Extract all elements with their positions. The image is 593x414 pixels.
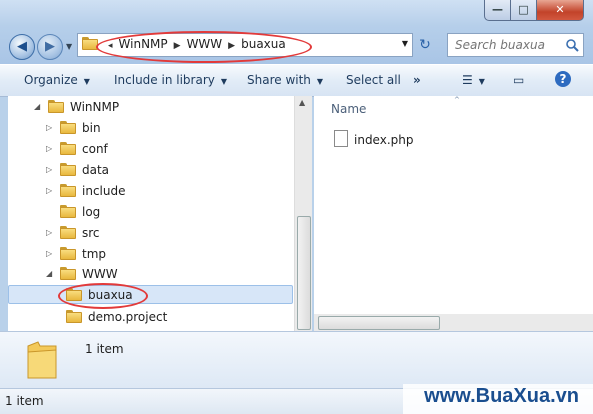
tree-item-data[interactable]: ▷ data bbox=[46, 161, 109, 179]
highlight-ellipse-buaxua bbox=[58, 283, 148, 309]
tree-item-label: log bbox=[82, 205, 101, 219]
minimize-button[interactable]: — bbox=[484, 0, 511, 21]
scroll-up-icon[interactable]: ▲ bbox=[299, 98, 305, 107]
watermark: www.BuaXua.vn bbox=[424, 385, 579, 407]
folder-icon bbox=[60, 121, 76, 134]
folder-large-icon bbox=[27, 341, 57, 379]
folder-icon bbox=[60, 226, 76, 239]
tree-item-bin[interactable]: ▷ bin bbox=[46, 119, 101, 137]
expanded-icon[interactable]: ◢ bbox=[34, 98, 48, 116]
collapsed-icon[interactable]: ▷ bbox=[46, 182, 60, 200]
scrollbar-thumb[interactable] bbox=[297, 216, 311, 330]
preview-pane-icon: ▭ bbox=[513, 73, 525, 87]
minimize-icon: — bbox=[492, 3, 503, 16]
collapsed-icon[interactable]: ▷ bbox=[46, 119, 60, 137]
organize-label: Organize bbox=[24, 73, 78, 87]
arrow-right-icon: ▶ bbox=[45, 39, 55, 54]
search-icon[interactable] bbox=[565, 38, 579, 52]
tree-item-label: tmp bbox=[82, 247, 107, 261]
status-item-count: 1 item bbox=[5, 394, 44, 408]
command-bar: Organize ▼ Include in library ▼ Share with… bbox=[0, 64, 593, 97]
organize-button[interactable]: Organize ▼ bbox=[24, 73, 90, 87]
more-commands-button[interactable]: » bbox=[413, 73, 421, 87]
navigation-scrollbar[interactable]: ▲ bbox=[294, 96, 312, 331]
tree-item-log[interactable]: log bbox=[46, 203, 100, 221]
close-icon: ✕ bbox=[555, 3, 565, 16]
column-header-name[interactable]: Name bbox=[331, 102, 366, 116]
share-with-label: Share with bbox=[247, 73, 311, 87]
maximize-icon: □ bbox=[518, 3, 529, 16]
scrollbar-thumb[interactable] bbox=[318, 316, 440, 330]
folder-icon bbox=[60, 247, 76, 260]
help-button[interactable]: ? bbox=[555, 71, 571, 87]
tree-item-label: WinNMP bbox=[70, 100, 120, 114]
item-count: 1 item bbox=[85, 342, 124, 356]
folder-icon bbox=[66, 310, 82, 323]
maximize-button[interactable]: □ bbox=[510, 0, 537, 21]
tree-item-label: include bbox=[82, 184, 126, 198]
tree-item-tmp[interactable]: ▷ tmp bbox=[46, 245, 106, 263]
file-list-pane: Name ^ index.php bbox=[314, 96, 593, 331]
selected-tree-item bbox=[8, 285, 293, 304]
close-button[interactable]: ✕ bbox=[536, 0, 584, 21]
collapsed-icon[interactable]: ▷ bbox=[46, 140, 60, 158]
refresh-button[interactable]: ↻ bbox=[415, 35, 435, 55]
file-item[interactable]: index.php bbox=[334, 130, 413, 147]
tree-item-label: data bbox=[82, 163, 110, 177]
tree-item-label: demo.project bbox=[88, 310, 168, 324]
chevron-down-icon[interactable]: ▼ bbox=[402, 39, 408, 48]
sort-arrow-icon: ^ bbox=[454, 96, 460, 104]
highlight-ellipse-address bbox=[96, 31, 312, 63]
folder-icon bbox=[60, 184, 76, 197]
folder-icon bbox=[48, 100, 64, 113]
details-pane: 1 item bbox=[0, 331, 593, 389]
refresh-icon: ↻ bbox=[419, 37, 431, 53]
folder-icon bbox=[60, 267, 76, 280]
collapsed-icon[interactable]: ▷ bbox=[46, 245, 60, 263]
tree-item-conf[interactable]: ▷ conf bbox=[46, 140, 108, 158]
include-in-library-label: Include in library bbox=[114, 73, 215, 87]
file-icon bbox=[334, 130, 348, 147]
tree-item-src[interactable]: ▷ src bbox=[46, 224, 100, 242]
tree-item-label: conf bbox=[82, 142, 108, 156]
tree-item-www[interactable]: ◢ WWW bbox=[46, 265, 118, 283]
file-list-scrollbar[interactable] bbox=[314, 314, 593, 331]
chevron-down-icon: ▼ bbox=[220, 77, 228, 86]
help-icon: ? bbox=[559, 72, 567, 86]
chevron-down-icon: ▼ bbox=[316, 77, 324, 86]
tree-item-demo-project[interactable]: demo.project bbox=[66, 308, 167, 326]
back-button[interactable]: ◀ bbox=[9, 34, 35, 60]
explorer-window: — □ ✕ ◀ ▶ ▼ ◂WinNMP▶WWW▶buaxua ▼ ↻ Organ… bbox=[0, 0, 593, 414]
share-with-button[interactable]: Share with ▼ bbox=[247, 73, 323, 87]
tree-item-label: bin bbox=[82, 121, 101, 135]
select-all-label: Select all bbox=[346, 73, 401, 87]
select-all-button[interactable]: Select all bbox=[346, 73, 401, 87]
view-icon: ☰ bbox=[462, 73, 473, 87]
chevron-down-icon: ▼ bbox=[83, 77, 90, 86]
tree-item-winnmp[interactable]: ◢ WinNMP bbox=[34, 98, 119, 116]
tree-item-label: WWW bbox=[82, 267, 118, 281]
search-input[interactable] bbox=[453, 37, 565, 53]
recent-pages-button[interactable]: ▼ bbox=[66, 42, 72, 51]
preview-pane-button[interactable]: ▭ bbox=[513, 73, 524, 87]
tree-item-label: src bbox=[82, 226, 100, 240]
chevron-down-icon: ▼ bbox=[478, 77, 485, 86]
include-in-library-button[interactable]: Include in library ▼ bbox=[114, 73, 227, 87]
collapsed-icon[interactable]: ▷ bbox=[46, 161, 60, 179]
folder-icon bbox=[60, 142, 76, 155]
folder-icon bbox=[60, 205, 76, 218]
search-box[interactable] bbox=[447, 33, 584, 57]
forward-button[interactable]: ▶ bbox=[37, 34, 63, 60]
folder-icon bbox=[60, 163, 76, 176]
expanded-icon[interactable]: ◢ bbox=[46, 265, 60, 283]
view-options-button[interactable]: ☰ ▼ bbox=[462, 73, 485, 87]
arrow-left-icon: ◀ bbox=[17, 39, 27, 54]
file-item-label: index.php bbox=[354, 133, 414, 147]
collapsed-icon[interactable]: ▷ bbox=[46, 224, 60, 242]
tree-item-include[interactable]: ▷ include bbox=[46, 182, 125, 200]
